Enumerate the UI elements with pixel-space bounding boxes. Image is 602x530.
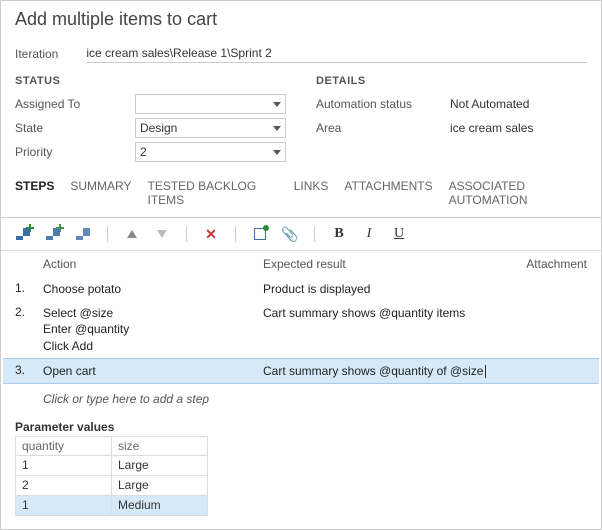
add-step-hint[interactable]: Click or type here to add a step [1, 384, 601, 420]
step-number: 1. [15, 281, 43, 297]
step-expected[interactable]: Cart summary shows @quantity items [263, 305, 587, 354]
step-action[interactable]: Open cart [43, 363, 263, 379]
steps-body: 1.Choose potatoProduct is displayed2.Sel… [1, 277, 601, 384]
attachment-column-header: Attachment [507, 257, 587, 271]
param-cell[interactable]: Large [112, 455, 208, 475]
param-cell[interactable]: 1 [16, 495, 112, 515]
param-cell[interactable]: Large [112, 475, 208, 495]
action-column-header: Action [43, 257, 263, 271]
state-label: State [15, 121, 135, 135]
separator [235, 226, 236, 242]
priority-value: 2 [140, 145, 147, 159]
tab-associated-automation[interactable]: ASSOCIATED AUTOMATION [449, 179, 587, 211]
iteration-label: Iteration [15, 47, 58, 61]
step-row[interactable]: 2.Select @size Enter @quantity Click Add… [1, 301, 601, 358]
tab-bar: STEPS SUMMARY TESTED BACKLOG ITEMS LINKS ATT… [1, 165, 601, 218]
automation-status-dropdown[interactable]: Not Automated [446, 94, 587, 114]
move-up-button[interactable] [124, 226, 140, 242]
parameter-values-title: Parameter values [15, 420, 587, 436]
param-cell[interactable]: Medium [112, 495, 208, 515]
create-shared-step-button[interactable] [75, 226, 91, 242]
area-label: Area [316, 121, 446, 135]
delete-step-button[interactable]: ✕ [203, 226, 219, 242]
step-row[interactable]: 1.Choose potatoProduct is displayed [1, 277, 601, 301]
parameter-values-section: Parameter values quantitysize 1Large2Lar… [1, 420, 601, 516]
step-number: 2. [15, 305, 43, 354]
underline-button[interactable]: U [391, 226, 407, 242]
details-header: DETAILS [316, 75, 587, 93]
expected-column-header: Expected result [263, 257, 507, 271]
param-header: size [112, 436, 208, 455]
step-action[interactable]: Choose potato [43, 281, 263, 297]
tab-links[interactable]: LINKS [294, 179, 329, 211]
priority-label: Priority [15, 145, 135, 159]
status-header: STATUS [15, 75, 286, 93]
area-dropdown[interactable]: ice cream sales [446, 118, 587, 138]
bold-button[interactable]: B [331, 226, 347, 242]
add-attachment-button[interactable]: 📎 [282, 226, 298, 242]
tab-summary[interactable]: SUMMARY [70, 179, 131, 211]
insert-step-button[interactable] [15, 226, 31, 242]
parameter-table: quantitysize 1Large2Large1Medium [15, 436, 208, 516]
param-cell[interactable]: 1 [16, 455, 112, 475]
iteration-input[interactable]: ice cream sales\Release 1\Sprint 2 [86, 44, 587, 63]
param-cell[interactable]: 2 [16, 475, 112, 495]
chevron-down-icon [273, 150, 281, 155]
chevron-down-icon [273, 102, 281, 107]
step-expected[interactable]: Product is displayed [263, 281, 587, 297]
insert-parameter-button[interactable] [252, 226, 268, 242]
state-value: Design [140, 121, 177, 135]
steps-header-row: Action Expected result Attachment [1, 251, 601, 277]
assigned-to-label: Assigned To [15, 97, 135, 111]
param-row[interactable]: 2Large [16, 475, 208, 495]
assigned-to-dropdown[interactable] [135, 94, 286, 114]
step-action[interactable]: Select @size Enter @quantity Click Add [43, 305, 263, 354]
state-dropdown[interactable]: Design [135, 118, 286, 138]
separator [314, 226, 315, 242]
step-row[interactable]: 3.Open cartCart summary shows @quantity … [3, 358, 599, 384]
separator [107, 226, 108, 242]
move-down-button[interactable] [154, 226, 170, 242]
step-number: 3. [15, 363, 43, 379]
iteration-row: Iteration ice cream sales\Release 1\Spri… [1, 40, 601, 75]
param-row[interactable]: 1Medium [16, 495, 208, 515]
steps-toolbar: ✕ 📎 B I U [1, 218, 601, 251]
tab-steps[interactable]: STEPS [15, 179, 54, 211]
param-row[interactable]: 1Large [16, 455, 208, 475]
tab-attachments[interactable]: ATTACHMENTS [344, 179, 432, 211]
param-header: quantity [16, 436, 112, 455]
insert-shared-step-button[interactable] [45, 226, 61, 242]
page-title: Add multiple items to cart [1, 1, 601, 40]
chevron-down-icon [273, 126, 281, 131]
separator [186, 226, 187, 242]
automation-status-label: Automation status [316, 97, 446, 111]
step-expected[interactable]: Cart summary shows @quantity of @size [263, 363, 587, 379]
priority-dropdown[interactable]: 2 [135, 142, 286, 162]
area-value: ice cream sales [450, 121, 533, 135]
automation-status-value: Not Automated [450, 97, 529, 111]
tab-tested-backlog-items[interactable]: TESTED BACKLOG ITEMS [147, 179, 277, 211]
italic-button[interactable]: I [361, 226, 377, 242]
